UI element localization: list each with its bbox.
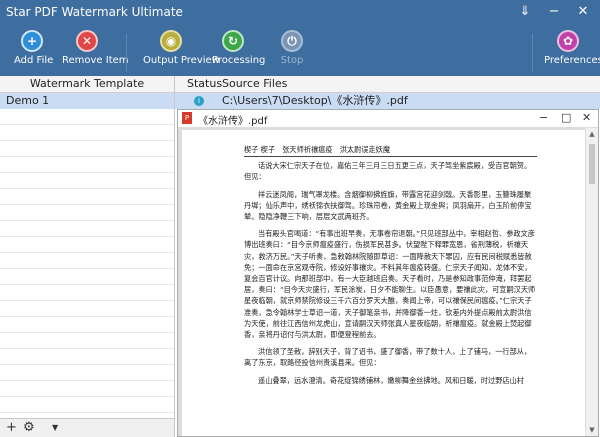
stop-button[interactable]: ⏻ Stop [278, 30, 306, 66]
add-file-label: Add File [14, 55, 54, 66]
file-path: C:\Users\7\Desktop\《水浒传》.pdf [222, 94, 408, 107]
info-status-icon: i [194, 96, 204, 106]
watermark-template-header: Watermark Template [0, 76, 174, 93]
toolbar-separator [532, 34, 533, 72]
toolbar: + Add File ✕ Remove Item ◉ Output Previe… [0, 26, 600, 76]
watermark-template-pane: Watermark Template Demo 1 + ⚙ ▼ [0, 76, 175, 437]
pdf-icon: P [182, 112, 192, 124]
scrollbar-thumb[interactable] [589, 144, 595, 184]
scroll-up-icon[interactable]: ▲ [586, 130, 598, 138]
file-list-header: Status Source Files [175, 76, 600, 93]
document-text: 楔子 楔子 张天师祈禳瘟疫 洪太尉误走妖魔 话说大宋仁宗天子在位，嘉佑三年三月三… [244, 144, 537, 392]
paragraph: 遥山叠翠，远水澄清。奇花绽锦绣铺林，嫩柳舞金丝拂地。风和日暖，时过野店山村 [258, 375, 524, 385]
stop-label: Stop [280, 55, 304, 66]
maximize-icon[interactable]: □ [561, 111, 571, 124]
template-list-empty-rows [0, 109, 174, 419]
scroll-down-icon[interactable]: ▼ [586, 426, 598, 434]
add-file-button[interactable]: + Add File [14, 30, 54, 66]
pdf-page: 楔子 楔子 张天师祈禳瘟疫 洪太尉误走妖魔 话说大宋仁宗天子在位，嘉佑三年三月三… [182, 130, 585, 436]
preview-icon: ◉ [160, 30, 182, 52]
gear-icon: ✿ [557, 30, 579, 52]
remove-item-label: Remove Item [62, 55, 129, 66]
refresh-icon: ↻ [222, 30, 244, 52]
processing-button[interactable]: ↻ Processing [212, 30, 266, 66]
settings-gear-icon[interactable]: ⚙ [23, 420, 35, 435]
chapter-heading: 楔子 楔子 张天师祈禳瘟疫 洪太尉误走妖魔 [244, 144, 537, 158]
output-preview-button[interactable]: ◉ Output Preview [143, 30, 220, 66]
processing-label: Processing [212, 55, 266, 66]
template-item[interactable]: Demo 1 [0, 93, 174, 109]
app-title: Star PDF Watermark Ultimate [6, 5, 183, 19]
output-preview-label: Output Preview [143, 55, 220, 66]
remove-icon: ✕ [76, 30, 98, 52]
toolbar-separator [126, 34, 127, 72]
dropdown-chevron-icon[interactable]: ▼ [52, 423, 58, 432]
preferences-label: Preferences [544, 55, 600, 66]
pdf-preview-window: P 《水浒传》.pdf − □ ✕ 楔子 楔子 张天师祈禳瘟疫 洪太尉误走妖魔 … [177, 109, 599, 437]
menu-arrow-icon[interactable]: ⇓ [516, 3, 534, 21]
close-icon[interactable]: ✕ [574, 3, 592, 21]
add-template-icon[interactable]: + [6, 420, 17, 435]
preferences-button[interactable]: ✿ Preferences [544, 30, 600, 66]
minimize-icon[interactable]: − [539, 111, 548, 124]
preview-file-name: 《水浒传》.pdf [198, 116, 268, 127]
status-column-header[interactable]: Status [187, 76, 222, 92]
minimize-icon[interactable]: − [545, 3, 563, 21]
source-files-column-header[interactable]: Source Files [222, 76, 287, 92]
remove-item-button[interactable]: ✕ Remove Item [62, 30, 129, 66]
close-icon[interactable]: ✕ [582, 111, 591, 124]
preview-scrollbar[interactable]: ▲ ▼ [586, 128, 598, 436]
add-file-icon: + [21, 30, 43, 52]
paragraph: 话说大宋仁宗天子在位，嘉佑三年三月三日五更三点，天子驾坐紫宸殿，受百官朝贺。但见… [244, 161, 532, 182]
file-row[interactable]: i C:\Users\7\Desktop\《水浒传》.pdf [175, 93, 600, 109]
preview-title-bar: P 《水浒传》.pdf − □ ✕ [178, 110, 598, 128]
template-footer: + ⚙ ▼ [0, 418, 174, 437]
paragraph: 当有殿头官喝道：“有事出班早奏，无事卷帘退朝。”只见班部丛中，宰相赵哲、参政文彦… [244, 229, 536, 340]
title-bar: Star PDF Watermark Ultimate ⇓ − ✕ [0, 0, 600, 26]
paragraph: 祥云迷凤阁，瑞气罩龙楼。含烟御柳拂旌旗，带露宫花迎剑戟。天香影里，玉簪珠履聚丹墀… [244, 189, 532, 222]
power-icon: ⏻ [281, 30, 303, 52]
paragraph: 洪信领了圣敕，辞别天子，背了诏书，盛了御香，带了数十人，上了铺马，一行部从，离了… [244, 347, 532, 368]
